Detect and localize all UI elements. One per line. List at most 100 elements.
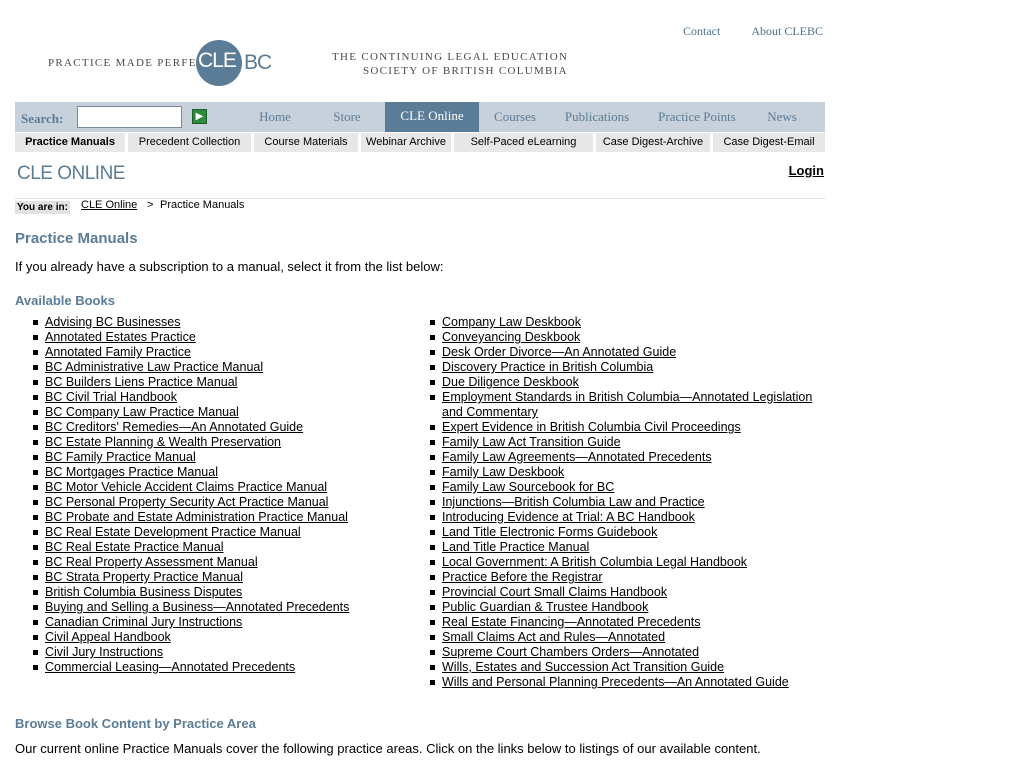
list-item: Annotated Family Practice: [33, 345, 423, 360]
list-item: BC Builders Liens Practice Manual: [33, 375, 423, 390]
search-go-button[interactable]: ▶: [192, 109, 207, 124]
book-link[interactable]: Civil Jury Instructions: [45, 645, 163, 659]
book-link[interactable]: Buying and Selling a Business—Annotated …: [45, 600, 349, 614]
list-item: Real Estate Financing—Annotated Preceden…: [430, 615, 815, 630]
list-item: Wills and Personal Planning Precedents—A…: [430, 675, 815, 690]
book-link[interactable]: Introducing Evidence at Trial: A BC Hand…: [442, 510, 695, 524]
nav-tab-practice-points[interactable]: Practice Points: [652, 102, 742, 132]
list-item: Practice Before the Registrar: [430, 570, 815, 585]
list-item: Family Law Sourcebook for BC: [430, 480, 815, 495]
book-link[interactable]: BC Estate Planning & Wealth Preservation: [45, 435, 281, 449]
book-link[interactable]: Family Law Act Transition Guide: [442, 435, 621, 449]
browse-text: Our current online Practice Manuals cove…: [15, 741, 761, 756]
book-link[interactable]: Expert Evidence in British Columbia Civi…: [442, 420, 741, 434]
list-item: Provincial Court Small Claims Handbook: [430, 585, 815, 600]
contact-link[interactable]: Contact: [683, 24, 720, 38]
subtab-course-materials[interactable]: Course Materials: [254, 133, 358, 152]
nav-tab-cle-online[interactable]: CLE Online: [385, 102, 479, 132]
subtab-case-digest-archive[interactable]: Case Digest-Archive: [596, 133, 710, 152]
login-link[interactable]: Login: [789, 163, 824, 178]
list-item: Conveyancing Deskbook: [430, 330, 815, 345]
book-link[interactable]: Local Government: A British Columbia Leg…: [442, 555, 747, 569]
book-link[interactable]: Family Law Deskbook: [442, 465, 564, 479]
book-link[interactable]: Due Diligence Deskbook: [442, 375, 579, 389]
list-item: Family Law Agreements—Annotated Preceden…: [430, 450, 815, 465]
book-link[interactable]: Commercial Leasing—Annotated Precedents: [45, 660, 295, 674]
list-item: Land Title Electronic Forms Guidebook: [430, 525, 815, 540]
book-link[interactable]: Wills, Estates and Succession Act Transi…: [442, 660, 724, 674]
list-item: Family Law Deskbook: [430, 465, 815, 480]
book-link[interactable]: Annotated Estates Practice: [45, 330, 196, 344]
book-link[interactable]: BC Motor Vehicle Accident Claims Practic…: [45, 480, 327, 494]
book-link[interactable]: Practice Before the Registrar: [442, 570, 603, 584]
book-link[interactable]: Real Estate Financing—Annotated Preceden…: [442, 615, 701, 629]
list-item: Land Title Practice Manual: [430, 540, 815, 555]
book-link[interactable]: Public Guardian & Trustee Handbook: [442, 600, 648, 614]
list-item: Annotated Estates Practice: [33, 330, 423, 345]
book-link[interactable]: Company Law Deskbook: [442, 315, 581, 329]
book-link[interactable]: BC Strata Property Practice Manual: [45, 570, 243, 584]
book-link[interactable]: Provincial Court Small Claims Handbook: [442, 585, 667, 599]
book-link[interactable]: Small Claims Act and Rules—Annotated: [442, 630, 665, 644]
subtab-practice-manuals[interactable]: Practice Manuals: [15, 133, 125, 152]
list-item: Local Government: A British Columbia Leg…: [430, 555, 815, 570]
book-link[interactable]: Supreme Court Chambers Orders—Annotated: [442, 645, 699, 659]
list-item: Discovery Practice in British Columbia: [430, 360, 815, 375]
book-link[interactable]: BC Civil Trial Handbook: [45, 390, 177, 404]
subtab-case-digest-email[interactable]: Case Digest-Email: [713, 133, 825, 152]
book-link[interactable]: Conveyancing Deskbook: [442, 330, 580, 344]
book-link[interactable]: Land Title Electronic Forms Guidebook: [442, 525, 657, 539]
book-link[interactable]: BC Company Law Practice Manual: [45, 405, 239, 419]
list-item: Small Claims Act and Rules—Annotated: [430, 630, 815, 645]
list-item: Advising BC Businesses: [33, 315, 423, 330]
breadcrumb-cle-online-link[interactable]: CLE Online: [81, 199, 137, 211]
subtab-self-paced-elearning[interactable]: Self-Paced eLearning: [454, 133, 593, 152]
book-link[interactable]: Land Title Practice Manual: [442, 540, 589, 554]
book-link[interactable]: Canadian Criminal Jury Instructions: [45, 615, 242, 629]
book-link[interactable]: Wills and Personal Planning Precedents—A…: [442, 675, 789, 689]
book-link[interactable]: BC Personal Property Security Act Practi…: [45, 495, 328, 509]
book-link[interactable]: BC Mortgages Practice Manual: [45, 465, 218, 479]
intro-text: If you already have a subscription to a …: [15, 259, 444, 274]
nav-tab-publications[interactable]: Publications: [557, 102, 637, 132]
breadcrumb-separator: >: [147, 199, 154, 211]
list-item: Buying and Selling a Business—Annotated …: [33, 600, 423, 615]
book-link[interactable]: Discovery Practice in British Columbia: [442, 360, 653, 374]
book-link[interactable]: Employment Standards in British Columbia…: [442, 390, 812, 419]
book-link[interactable]: Desk Order Divorce—An Annotated Guide: [442, 345, 676, 359]
book-link[interactable]: Annotated Family Practice: [45, 345, 191, 359]
arrow-right-icon: ▶: [195, 111, 204, 122]
book-link[interactable]: BC Creditors' Remedies—An Annotated Guid…: [45, 420, 303, 434]
book-list-right: Company Law Deskbook Conveyancing Deskboo…: [430, 315, 815, 690]
subtab-precedent-collection[interactable]: Precedent Collection: [128, 133, 251, 152]
list-item: Canadian Criminal Jury Instructions: [33, 615, 423, 630]
book-link[interactable]: BC Administrative Law Practice Manual: [45, 360, 263, 374]
list-item: Desk Order Divorce—An Annotated Guide: [430, 345, 815, 360]
book-link[interactable]: British Columbia Business Disputes: [45, 585, 242, 599]
book-link[interactable]: BC Real Estate Practice Manual: [45, 540, 224, 554]
logo-tagline: PRACTICE MADE PERFECT: [48, 57, 214, 69]
search-input[interactable]: [77, 106, 182, 128]
book-link[interactable]: Advising BC Businesses: [45, 315, 180, 329]
book-link[interactable]: Injunctions—British Columbia Law and Pra…: [442, 495, 705, 509]
available-books-heading: Available Books: [15, 293, 115, 308]
logo-bc-text: BC: [244, 51, 272, 74]
nav-tab-store[interactable]: Store: [323, 102, 371, 132]
nav-tab-home[interactable]: Home: [249, 102, 301, 132]
book-link[interactable]: BC Real Estate Development Practice Manu…: [45, 525, 301, 539]
society-name: THE CONTINUING LEGAL EDUCATION SOCIETY O…: [332, 50, 568, 78]
book-link[interactable]: BC Real Property Assessment Manual: [45, 555, 258, 569]
subtab-webinar-archive[interactable]: Webinar Archive: [361, 133, 451, 152]
book-link[interactable]: Family Law Agreements—Annotated Preceden…: [442, 450, 712, 464]
book-link[interactable]: BC Probate and Estate Administration Pra…: [45, 510, 348, 524]
nav-tab-courses[interactable]: Courses: [487, 102, 543, 132]
about-clebc-link[interactable]: About CLEBC: [751, 24, 823, 38]
book-link[interactable]: BC Family Practice Manual: [45, 450, 196, 464]
breadcrumb-label: You are in:: [15, 201, 70, 214]
book-link[interactable]: Civil Appeal Handbook: [45, 630, 171, 644]
book-link[interactable]: BC Builders Liens Practice Manual: [45, 375, 237, 389]
book-list-left: Advising BC Businesses Annotated Estates …: [33, 315, 423, 675]
nav-tab-news[interactable]: News: [760, 102, 804, 132]
list-item: BC Creditors' Remedies—An Annotated Guid…: [33, 420, 423, 435]
book-link[interactable]: Family Law Sourcebook for BC: [442, 480, 614, 494]
